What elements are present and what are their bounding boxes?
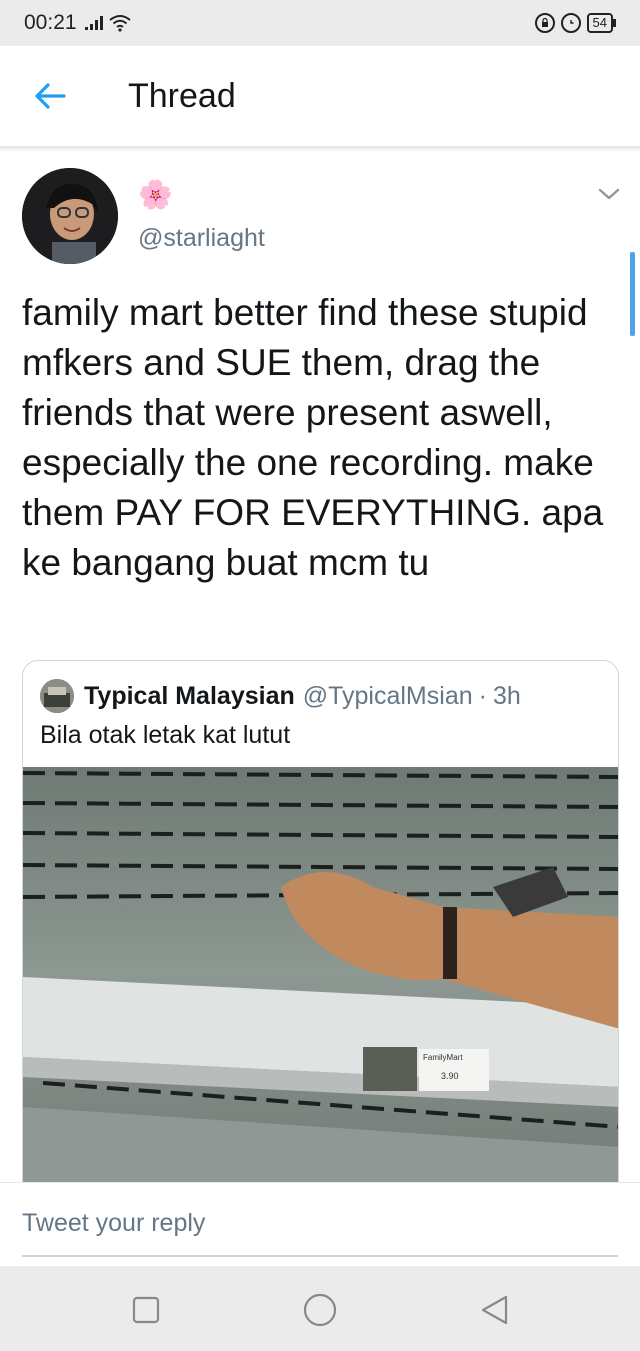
avatar[interactable] bbox=[22, 168, 118, 264]
status-bar: 00:21 54 bbox=[0, 0, 640, 46]
quoted-tweet-header: Typical Malaysian @TypicalMsian · 3h bbox=[40, 679, 521, 713]
circle-icon bbox=[303, 1293, 337, 1327]
quoted-timestamp: 3h bbox=[492, 681, 521, 710]
page-title: Thread bbox=[128, 76, 236, 115]
quoted-display-name: Typical Malaysian bbox=[84, 681, 295, 710]
arrow-left-icon bbox=[35, 83, 66, 109]
tweet-text: family mart better find these stupid mfk… bbox=[22, 292, 614, 583]
user-handle[interactable]: @starliaght bbox=[138, 224, 265, 253]
quoted-tweet-text: Bila otak letak kat lutut bbox=[40, 721, 291, 749]
reply-bar: Tweet your reply bbox=[0, 1182, 640, 1266]
display-name[interactable]: 🌸 bbox=[138, 178, 173, 211]
price-tag-value: 3.90 bbox=[441, 1071, 459, 1081]
wifi-icon bbox=[108, 15, 131, 32]
scrollbar[interactable] bbox=[630, 252, 635, 336]
battery-level: 54 bbox=[586, 13, 613, 33]
battery-icon: 54 bbox=[586, 13, 616, 33]
price-tag-label: FamilyMart bbox=[423, 1053, 463, 1062]
triangle-back-icon bbox=[481, 1295, 508, 1325]
back-button[interactable] bbox=[20, 66, 80, 126]
reply-input[interactable]: Tweet your reply bbox=[22, 1209, 205, 1238]
quoted-avatar bbox=[40, 679, 74, 713]
system-back-button[interactable] bbox=[474, 1290, 514, 1330]
reply-underline bbox=[22, 1255, 618, 1257]
alarm-icon bbox=[560, 13, 581, 33]
signal-icon bbox=[84, 16, 103, 30]
status-time: 00:21 bbox=[24, 11, 77, 34]
home-button[interactable] bbox=[300, 1290, 340, 1330]
quoted-tweet[interactable]: Typical Malaysian @TypicalMsian · 3h Bil… bbox=[22, 660, 619, 1220]
lock-rotation-icon bbox=[534, 13, 555, 33]
quoted-handle: @TypicalMsian bbox=[302, 681, 473, 710]
quoted-media-video[interactable]: FamilyMart 3.90 bbox=[23, 767, 618, 1219]
recent-apps-button[interactable] bbox=[126, 1290, 166, 1330]
system-nav-bar bbox=[0, 1266, 640, 1351]
quoted-separator: · bbox=[478, 681, 487, 710]
chevron-down-icon[interactable] bbox=[596, 184, 622, 204]
square-icon bbox=[132, 1296, 160, 1324]
app-header: Thread bbox=[0, 46, 640, 148]
